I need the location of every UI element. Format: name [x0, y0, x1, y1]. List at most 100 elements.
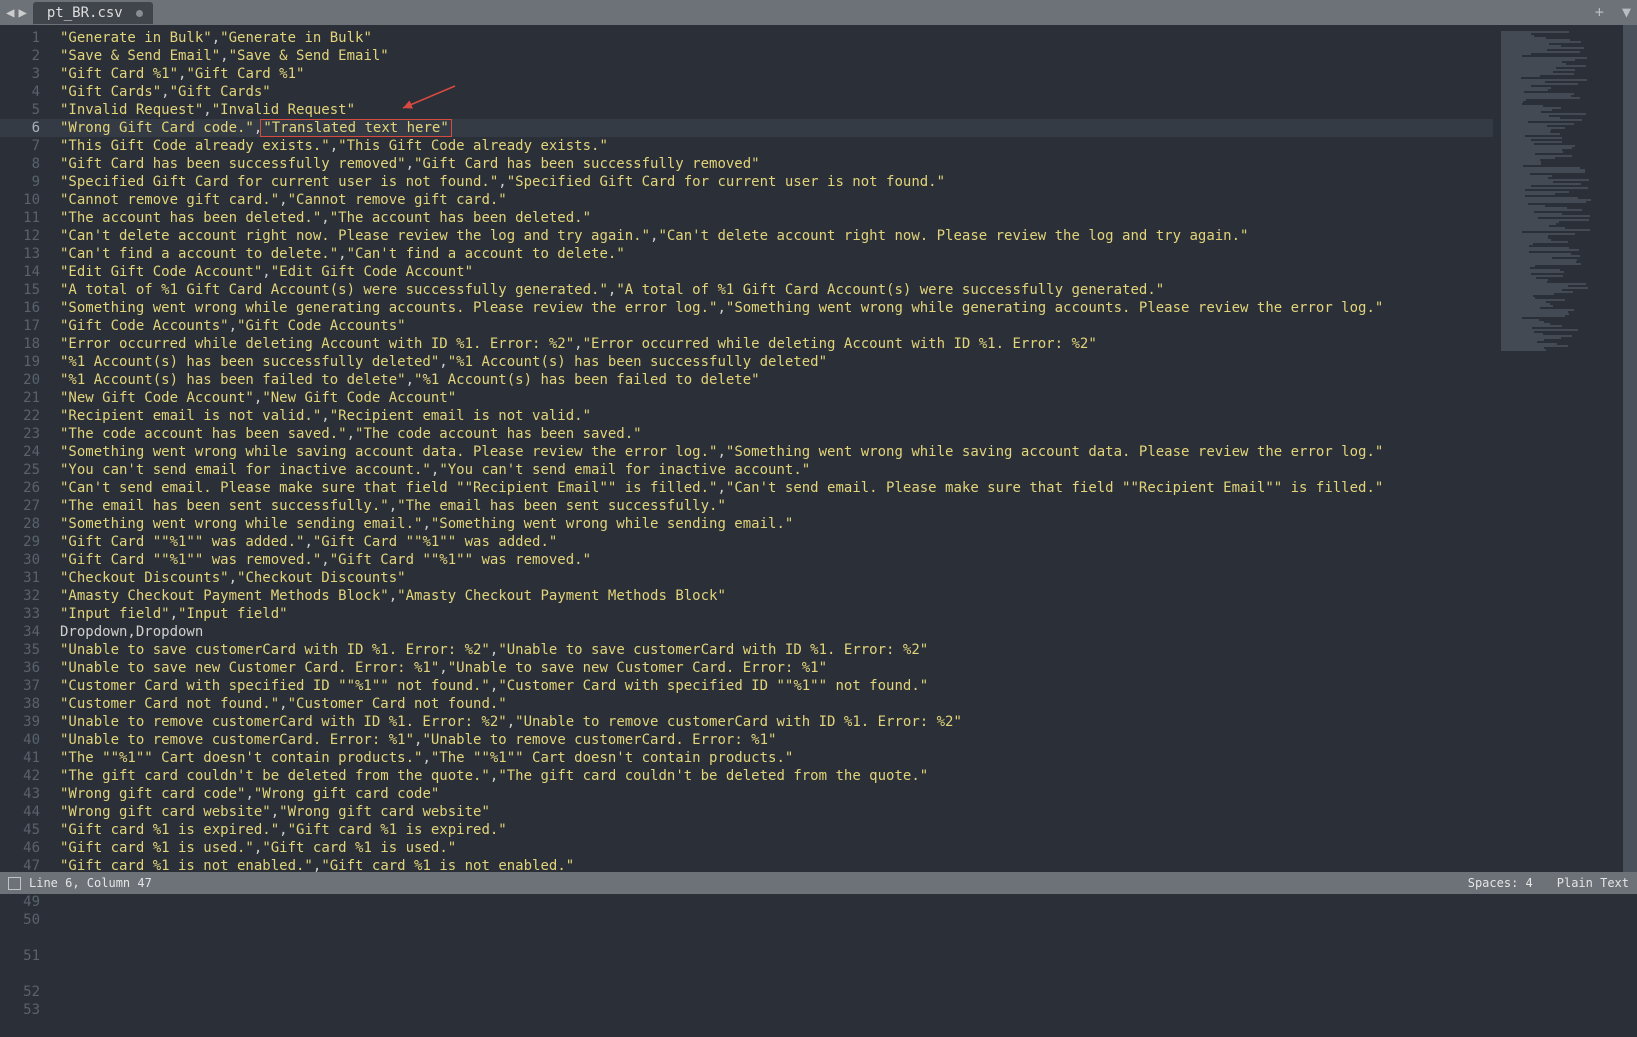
line-number: 50 — [0, 911, 50, 929]
line-number: 53 — [0, 1001, 50, 1019]
line-number: 12 — [0, 227, 50, 245]
code-line[interactable]: "Gift Card %1","Gift Card %1" — [50, 65, 1493, 83]
line-number: 42 — [0, 767, 50, 785]
code-line[interactable]: "Customer Card not found.","Customer Car… — [50, 695, 1493, 713]
code-line[interactable]: "The gift card couldn't be deleted from … — [50, 767, 1493, 785]
code-line[interactable]: "Gift card %1 is used.","Gift card %1 is… — [50, 839, 1493, 857]
line-number: 35 — [0, 641, 50, 659]
tab-tail-controls[interactable]: + ▼ — [1595, 3, 1631, 21]
status-panel-icon[interactable] — [8, 877, 21, 890]
code-line[interactable]: "Unable to remove customerCard with ID %… — [50, 713, 1493, 731]
code-line[interactable]: "Gift Cards","Gift Cards" — [50, 83, 1493, 101]
code-line[interactable]: "Gift Card ""%1"" was removed.","Gift Ca… — [50, 551, 1493, 569]
line-number: 51 — [0, 947, 50, 965]
code-line[interactable]: "Wrong gift card code","Wrong gift card … — [50, 785, 1493, 803]
code-line[interactable]: "Can't send email. Please make sure that… — [50, 479, 1493, 497]
status-indentation[interactable]: Spaces: 4 — [1468, 876, 1533, 890]
line-number: 8 — [0, 155, 50, 173]
line-number: 16 — [0, 299, 50, 317]
editor-area: 1234567891011121314151617181920212223242… — [0, 25, 1637, 872]
line-number: 14 — [0, 263, 50, 281]
line-number: 3 — [0, 65, 50, 83]
line-number: 34 — [0, 623, 50, 641]
code-line[interactable]: "New Gift Code Account","New Gift Code A… — [50, 389, 1493, 407]
nav-forward-icon[interactable]: ▶ — [16, 5, 28, 21]
tab-active[interactable]: pt_BR.csv — [33, 2, 153, 24]
line-number: 36 — [0, 659, 50, 677]
code-line[interactable]: "Recipient email is not valid.","Recipie… — [50, 407, 1493, 425]
code-line[interactable]: "Save & Send Email","Save & Send Email" — [50, 47, 1493, 65]
line-number: 7 — [0, 137, 50, 155]
line-number: 52 — [0, 983, 50, 1001]
code-line[interactable]: Dropdown,Dropdown — [50, 623, 1493, 641]
code-line[interactable]: "The ""%1"" Cart doesn't contain product… — [50, 749, 1493, 767]
minimap[interactable] — [1493, 25, 1623, 872]
code-line[interactable]: "The code account has been saved.","The … — [50, 425, 1493, 443]
line-number: 43 — [0, 785, 50, 803]
line-number: 32 — [0, 587, 50, 605]
line-number: 45 — [0, 821, 50, 839]
code-line[interactable]: "Gift card %1 is expired.","Gift card %1… — [50, 821, 1493, 839]
code-line[interactable]: "Gift Card ""%1"" was added.","Gift Card… — [50, 533, 1493, 551]
tab-nav-arrows[interactable]: ◀ ▶ — [0, 5, 33, 21]
code-line[interactable]: "Amasty Checkout Payment Methods Block",… — [50, 587, 1493, 605]
line-number: 30 — [0, 551, 50, 569]
line-number: 20 — [0, 371, 50, 389]
tab-bar: ◀ ▶ pt_BR.csv + ▼ — [0, 0, 1637, 25]
line-number-gutter[interactable]: 1234567891011121314151617181920212223242… — [0, 25, 50, 872]
line-number: 5 — [0, 101, 50, 119]
line-number: 24 — [0, 443, 50, 461]
line-number: 49 — [0, 893, 50, 911]
code-line[interactable]: "Unable to remove customerCard. Error: %… — [50, 731, 1493, 749]
tab-dirty-indicator-icon — [136, 10, 143, 17]
line-number: 18 — [0, 335, 50, 353]
code-line[interactable]: "Unable to save customerCard with ID %1.… — [50, 641, 1493, 659]
code-line[interactable]: "Cannot remove gift card.","Cannot remov… — [50, 191, 1493, 209]
code-line[interactable]: "Specified Gift Card for current user is… — [50, 173, 1493, 191]
tab-filename: pt_BR.csv — [47, 5, 123, 21]
code-line[interactable]: "Checkout Discounts","Checkout Discounts… — [50, 569, 1493, 587]
line-number: 4 — [0, 83, 50, 101]
code-line[interactable]: "Gift card %1 is not enabled.","Gift car… — [50, 857, 1493, 872]
code-line[interactable]: "Something went wrong while sending emai… — [50, 515, 1493, 533]
code-line[interactable]: "Something went wrong while saving accou… — [50, 443, 1493, 461]
vertical-scrollbar[interactable] — [1623, 25, 1637, 872]
code-line[interactable]: "Wrong Gift Card code.","Translated text… — [50, 119, 1493, 137]
line-number: 37 — [0, 677, 50, 695]
nav-back-icon[interactable]: ◀ — [4, 5, 16, 21]
code-line[interactable]: "Input field","Input field" — [50, 605, 1493, 623]
code-line[interactable]: "%1 Account(s) has been failed to delete… — [50, 371, 1493, 389]
code-line[interactable]: "This Gift Code already exists.","This G… — [50, 137, 1493, 155]
status-bar: Line 6, Column 47 Spaces: 4 Plain Text — [0, 872, 1637, 894]
line-number: 15 — [0, 281, 50, 299]
line-number: 39 — [0, 713, 50, 731]
code-line[interactable]: "The email has been sent successfully.",… — [50, 497, 1493, 515]
code-line[interactable]: "You can't send email for inactive accou… — [50, 461, 1493, 479]
status-cursor-position[interactable]: Line 6, Column 47 — [29, 876, 152, 890]
line-number: 10 — [0, 191, 50, 209]
line-number: 26 — [0, 479, 50, 497]
code-lines[interactable]: "Generate in Bulk","Generate in Bulk""Sa… — [50, 25, 1493, 872]
line-number: 17 — [0, 317, 50, 335]
code-line[interactable]: "%1 Account(s) has been successfully del… — [50, 353, 1493, 371]
code-line[interactable]: "The account has been deleted.","The acc… — [50, 209, 1493, 227]
code-line[interactable]: "Can't find a account to delete.","Can't… — [50, 245, 1493, 263]
status-syntax[interactable]: Plain Text — [1557, 876, 1629, 890]
code-line[interactable]: "Can't delete account right now. Please … — [50, 227, 1493, 245]
line-number: 41 — [0, 749, 50, 767]
code-line[interactable]: "Gift Code Accounts","Gift Code Accounts… — [50, 317, 1493, 335]
code-line[interactable]: "Generate in Bulk","Generate in Bulk" — [50, 29, 1493, 47]
line-number: 31 — [0, 569, 50, 587]
code-line[interactable]: "Unable to save new Customer Card. Error… — [50, 659, 1493, 677]
line-number: 6 — [0, 119, 50, 137]
code-line[interactable]: "Gift Card has been successfully removed… — [50, 155, 1493, 173]
code-line[interactable]: "Edit Gift Code Account","Edit Gift Code… — [50, 263, 1493, 281]
code-line[interactable]: "Customer Card with specified ID ""%1"" … — [50, 677, 1493, 695]
line-number: 46 — [0, 839, 50, 857]
code-line[interactable]: "Something went wrong while generating a… — [50, 299, 1493, 317]
code-line[interactable]: "Invalid Request","Invalid Request" — [50, 101, 1493, 119]
code-line[interactable]: "Error occurred while deleting Account w… — [50, 335, 1493, 353]
code-line[interactable]: "Wrong gift card website","Wrong gift ca… — [50, 803, 1493, 821]
line-number: 2 — [0, 47, 50, 65]
code-line[interactable]: "A total of %1 Gift Card Account(s) were… — [50, 281, 1493, 299]
